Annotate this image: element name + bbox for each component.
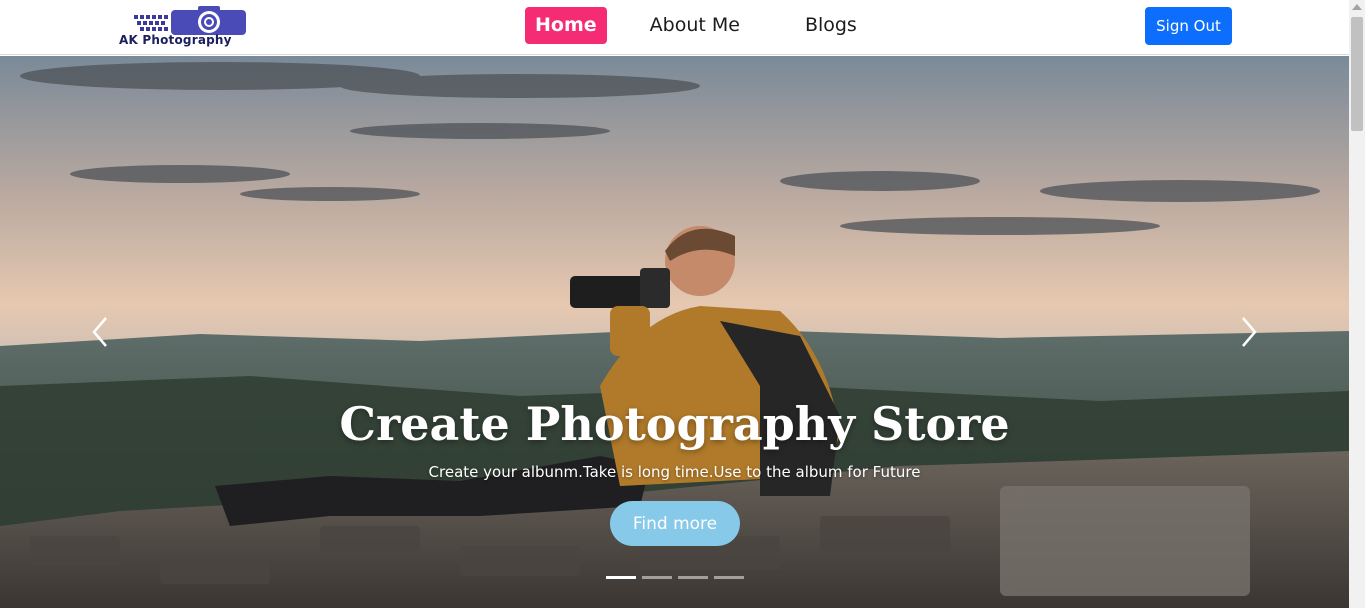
brand-logo[interactable]: AK Photography [116, 6, 270, 48]
carousel-indicator-2[interactable] [642, 576, 672, 579]
page-scrollbar[interactable] [1349, 0, 1365, 608]
scroll-thumb[interactable] [1351, 17, 1363, 131]
carousel-indicator-3[interactable] [678, 576, 708, 579]
carousel-next-button[interactable] [1233, 314, 1263, 350]
carousel-prev-button[interactable] [86, 314, 116, 350]
nav-menu: Home About Me Blogs [525, 7, 900, 44]
nav-home[interactable]: Home [525, 7, 607, 44]
navbar: AK Photography Home About Me Blogs Sign … [0, 0, 1349, 55]
carousel-indicator-4[interactable] [714, 576, 744, 579]
nav-about-me[interactable]: About Me [640, 7, 750, 44]
chevron-left-icon [92, 317, 107, 347]
carousel-caption: Create Photography Store Create your alb… [0, 394, 1349, 481]
carousel-indicators [606, 576, 750, 579]
find-more-button[interactable]: Find more [610, 501, 740, 546]
scroll-up-arrow-icon[interactable] [1352, 4, 1362, 10]
chevron-right-icon [1242, 317, 1257, 347]
page: AK Photography Home About Me Blogs Sign … [0, 0, 1365, 608]
hero-carousel: Create Photography Store Create your alb… [0, 56, 1349, 608]
carousel-indicator-1[interactable] [606, 576, 636, 579]
sign-out-button[interactable]: Sign Out [1145, 7, 1232, 45]
hero-title: Create Photography Store [339, 397, 1010, 451]
brand-name: AK Photography [119, 33, 232, 47]
nav-blogs[interactable]: Blogs [795, 7, 867, 44]
hero-subtitle: Create your albunm.Take is long time.Use… [428, 463, 921, 481]
